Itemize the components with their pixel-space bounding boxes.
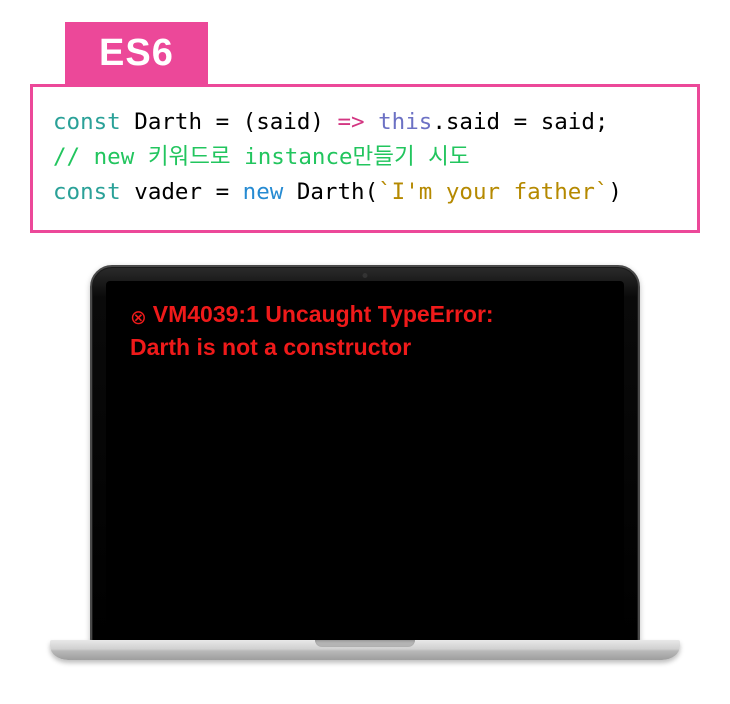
token-identifier: Darth <box>134 109 202 135</box>
error-line-2: Darth is not a constructor <box>130 334 411 360</box>
token-equals: = <box>216 109 230 135</box>
laptop-screen: ⊗VM4039:1 Uncaught TypeError: Darth is n… <box>106 281 624 629</box>
error-message: ⊗VM4039:1 Uncaught TypeError: Darth is n… <box>130 299 600 363</box>
token-equals: = <box>514 109 528 135</box>
token-dot: . <box>432 109 446 135</box>
laptop-body: ⊗VM4039:1 Uncaught TypeError: Darth is n… <box>90 265 640 645</box>
token-const: const <box>53 179 121 205</box>
token-equals: = <box>216 179 230 205</box>
token-rhs: said <box>541 109 595 135</box>
laptop-notch <box>315 640 415 647</box>
token-param: said <box>256 109 310 135</box>
token-new: new <box>243 179 284 205</box>
es6-badge: ES6 <box>65 22 208 87</box>
token-string: `I'm your father` <box>378 179 608 205</box>
token-rparen: ) <box>310 109 324 135</box>
token-const: const <box>53 109 121 135</box>
token-identifier: vader <box>134 179 202 205</box>
token-ctor: Darth <box>297 179 365 205</box>
error-line-1: VM4039:1 Uncaught TypeError: <box>153 301 494 327</box>
code-block: const Darth = (said) => this.said = said… <box>30 84 700 233</box>
token-rparen: ) <box>608 179 622 205</box>
token-lparen: ( <box>365 179 379 205</box>
laptop-mockup: ⊗VM4039:1 Uncaught TypeError: Darth is n… <box>50 265 680 690</box>
token-semicolon: ; <box>595 109 609 135</box>
token-this: this <box>378 109 432 135</box>
camera-icon <box>363 273 368 278</box>
error-icon: ⊗ <box>130 305 147 332</box>
token-arrow: => <box>337 109 364 135</box>
token-lparen: ( <box>243 109 257 135</box>
laptop-base <box>50 640 680 660</box>
token-comment: // new 키워드로 instance만들기 시도 <box>53 144 470 170</box>
token-prop: said <box>446 109 500 135</box>
